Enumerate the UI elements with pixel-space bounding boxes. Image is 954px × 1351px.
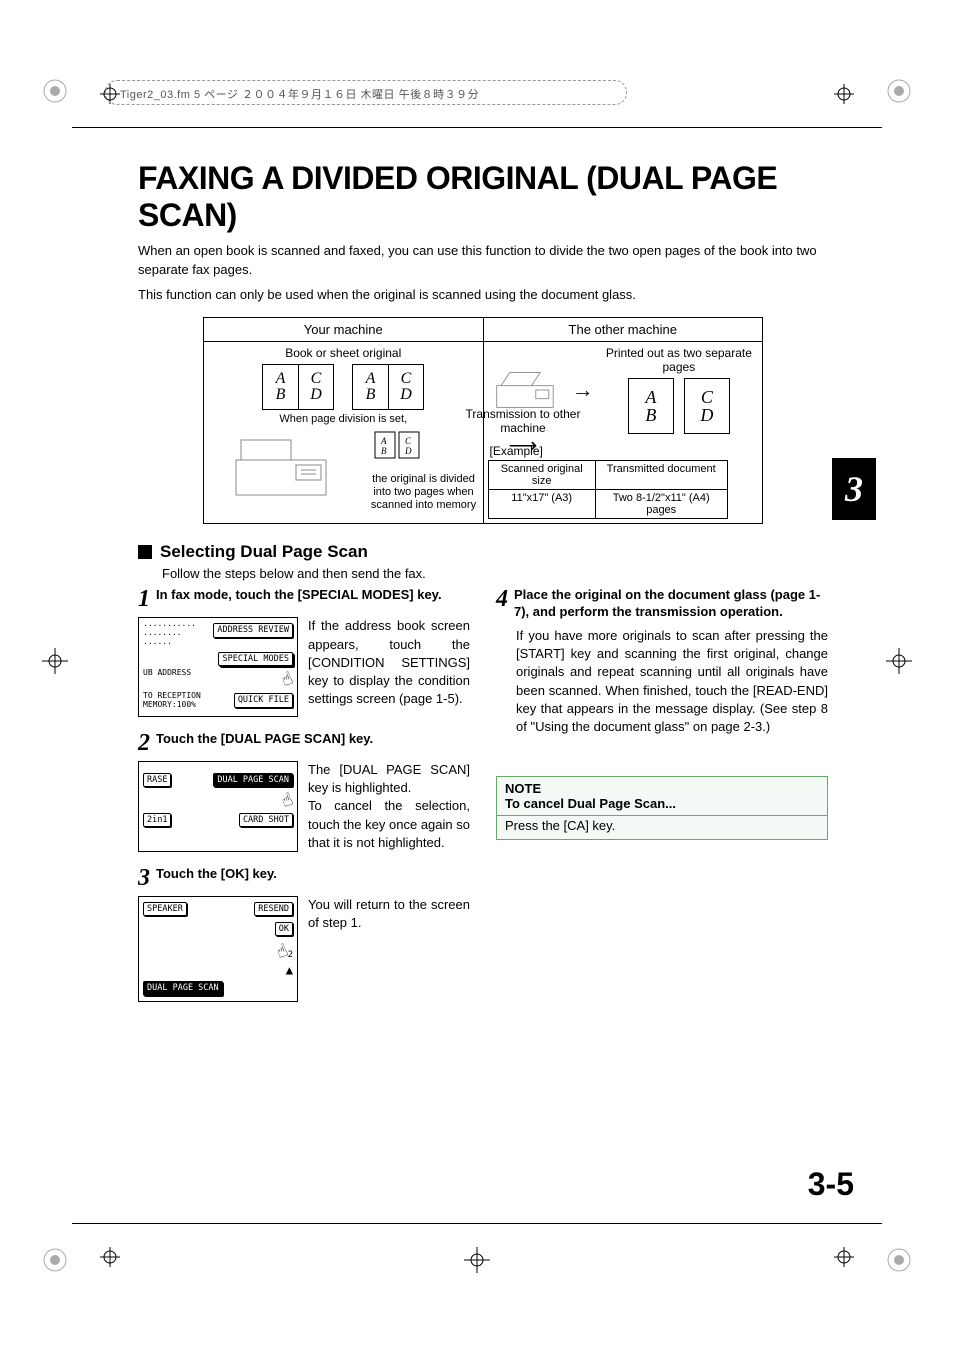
step-number: 4 <box>496 587 508 621</box>
dual-page-scan-button-icon: DUAL PAGE SCAN <box>213 773 293 787</box>
copier-machine-icon <box>226 430 346 500</box>
crop-line <box>72 127 882 128</box>
open-book-icon: AB CD <box>262 364 334 410</box>
registration-mark-icon <box>42 78 68 104</box>
step-number: 1 <box>138 587 150 611</box>
intro-text-1: When an open book is scanned and faxed, … <box>138 242 828 280</box>
arrow-right-icon: ⟶ <box>453 433 593 458</box>
hand-pointer-icon: ☝ <box>279 789 297 813</box>
svg-text:D: D <box>404 446 412 456</box>
step-text: If you have more originals to scan after… <box>516 627 828 736</box>
example-table: Scanned original sizeTransmitted documen… <box>488 460 728 519</box>
up-arrow-icon: ▲ <box>143 963 293 977</box>
section-heading: Selecting Dual Page Scan <box>160 542 368 562</box>
registration-mark-icon <box>886 648 912 674</box>
divided-caption: the original is divided into two pages w… <box>369 473 479 513</box>
step-title: In fax mode, touch the [SPECIAL MODES] k… <box>156 587 442 611</box>
dual-page-scan-diagram: Your machine The other machine Book or s… <box>203 317 763 525</box>
ui-screen-illustration: RASEDUAL PAGE SCAN ☝ 2in1CARD SHOT <box>138 761 298 852</box>
section-bullet-icon <box>138 545 152 559</box>
registration-mark-icon <box>886 78 912 104</box>
intro-text-2: This function can only be used when the … <box>138 286 828 305</box>
crop-mark-icon <box>100 1247 120 1267</box>
book-original-label: Book or sheet original <box>208 346 479 360</box>
step-number: 2 <box>138 731 150 755</box>
hand-pointer-icon: ☝ <box>273 940 291 964</box>
crop-line <box>72 1223 882 1224</box>
registration-mark-icon <box>464 1247 490 1273</box>
arrow-right-icon: → <box>572 377 594 403</box>
step-text: If the address book screen appears, touc… <box>308 617 470 717</box>
output-page-icon: CD <box>684 378 730 434</box>
dual-page-scan-button-icon: DUAL PAGE SCAN <box>143 981 223 995</box>
page-title: FAXING A DIVIDED ORIGINAL (DUAL PAGE SCA… <box>138 160 828 234</box>
note-box: NOTE To cancel Dual Page Scan... Press t… <box>496 776 828 840</box>
note-title: NOTE <box>497 777 827 796</box>
diagram-header-left: Your machine <box>204 317 484 341</box>
note-body: Press the [CA] key. <box>497 815 827 839</box>
step-text: The [DUAL PAGE SCAN] key is highlighted.… <box>308 761 470 852</box>
open-book-icon: AB CD <box>352 364 424 410</box>
ui-screen-illustration: SPEAKERRESEND OK ☝2 ▲ DUAL PAGE SCAN <box>138 896 298 1002</box>
hand-pointer-icon: ☝ <box>279 668 297 692</box>
page-number: 3-5 <box>808 1166 854 1203</box>
svg-text:B: B <box>381 446 387 456</box>
printed-out-label: Printed out as two separate pages <box>600 346 758 375</box>
section-intro: Follow the steps below and then send the… <box>162 566 828 581</box>
registration-mark-icon <box>42 1247 68 1273</box>
crop-mark-icon <box>834 84 854 104</box>
transmission-label: Transmission to other machine ⟶ <box>453 407 593 458</box>
note-subtitle: To cancel Dual Page Scan... <box>497 796 827 811</box>
step-title: Touch the [OK] key. <box>156 866 277 890</box>
step-text: You will return to the screen of step 1. <box>308 896 470 1002</box>
registration-mark-icon <box>42 648 68 674</box>
ui-screen-illustration: ·························ADDRESS REVIEW … <box>138 617 298 717</box>
diagram-header-right: The other machine <box>483 317 763 341</box>
when-page-division-label: When page division is set, <box>208 413 479 425</box>
header-source-info: Tiger2_03.fm 5 ページ ２００４年９月１６日 木曜日 午後８時３９… <box>120 86 479 102</box>
step-title: Touch the [DUAL PAGE SCAN] key. <box>156 731 373 755</box>
svg-text:C: C <box>405 436 412 446</box>
step-title: Place the original on the document glass… <box>514 587 828 621</box>
divided-pages-icon: A B C D <box>369 428 429 468</box>
chapter-tab: 3 <box>832 458 876 520</box>
registration-mark-icon <box>886 1247 912 1273</box>
crop-mark-icon <box>834 1247 854 1267</box>
output-page-icon: AB <box>628 378 674 434</box>
step-number: 3 <box>138 866 150 890</box>
svg-text:A: A <box>380 436 387 446</box>
